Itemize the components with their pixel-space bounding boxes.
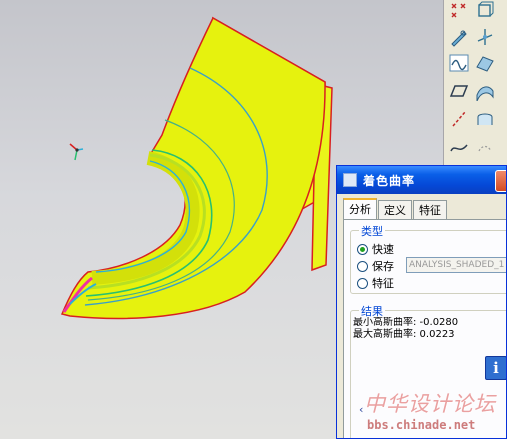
watermark-url: bbs.chinade.net [367,418,476,432]
radio-quick-label: 快速 [372,243,394,256]
max-gaussian-curvature: 最大高斯曲率: 0.0223 [353,329,455,340]
watermark-text: 中华设计论坛 [364,392,496,416]
tab-feature[interactable]: 特征 [413,200,447,221]
dialog-title: 着色曲率 [363,173,416,188]
tool-axes-icon[interactable] [474,26,496,48]
right-toolbar [443,0,507,170]
tab-definition[interactable]: 定义 [378,200,412,221]
tool-parallelogram-icon[interactable] [448,80,470,102]
coordinate-triad [69,143,84,161]
dialog-tabs: 分析 定义 特征 [343,198,448,222]
dialog-window-icon [343,173,357,187]
close-button[interactable] [495,170,506,192]
radio-save-label: 保存 [372,260,394,273]
watermark: 中华设计论坛 bbs.chinade.net [358,388,507,439]
tool-sweep-icon[interactable] [474,80,496,102]
tool-partial-icon[interactable] [474,136,496,158]
radio-feature-label: 特征 [372,277,394,290]
tool-surface-icon[interactable] [474,52,496,74]
results-text-area[interactable]: 最小高斯曲率: -0.0280 最大高斯曲率: 0.0223 [353,317,481,375]
type-group-label: 类型 [359,223,385,239]
tool-curved-surface-icon[interactable] [474,108,496,130]
radio-option-save[interactable]: 保存 [357,258,394,274]
min-gaussian-curvature: 最小高斯曲率: -0.0280 [353,317,459,328]
tool-wave-icon[interactable] [448,52,470,74]
radio-quick[interactable] [357,243,368,255]
tool-cube-icon[interactable] [474,0,496,22]
analysis-name-field[interactable]: ANALYSIS_SHADED_1 [406,257,506,273]
radio-option-quick[interactable]: 快速 [357,241,394,257]
tool-curve-icon[interactable] [448,136,470,158]
radio-option-feature[interactable]: 特征 [357,275,394,291]
radio-save[interactable] [357,260,368,272]
tool-dashed-line-icon[interactable] [448,108,470,130]
radio-feature[interactable] [357,277,368,289]
dialog-titlebar[interactable]: 着色曲率 [337,166,506,194]
tool-xcross-icon[interactable] [448,0,470,22]
tool-pencil-icon[interactable] [448,26,470,48]
info-button[interactable]: i [485,356,506,380]
